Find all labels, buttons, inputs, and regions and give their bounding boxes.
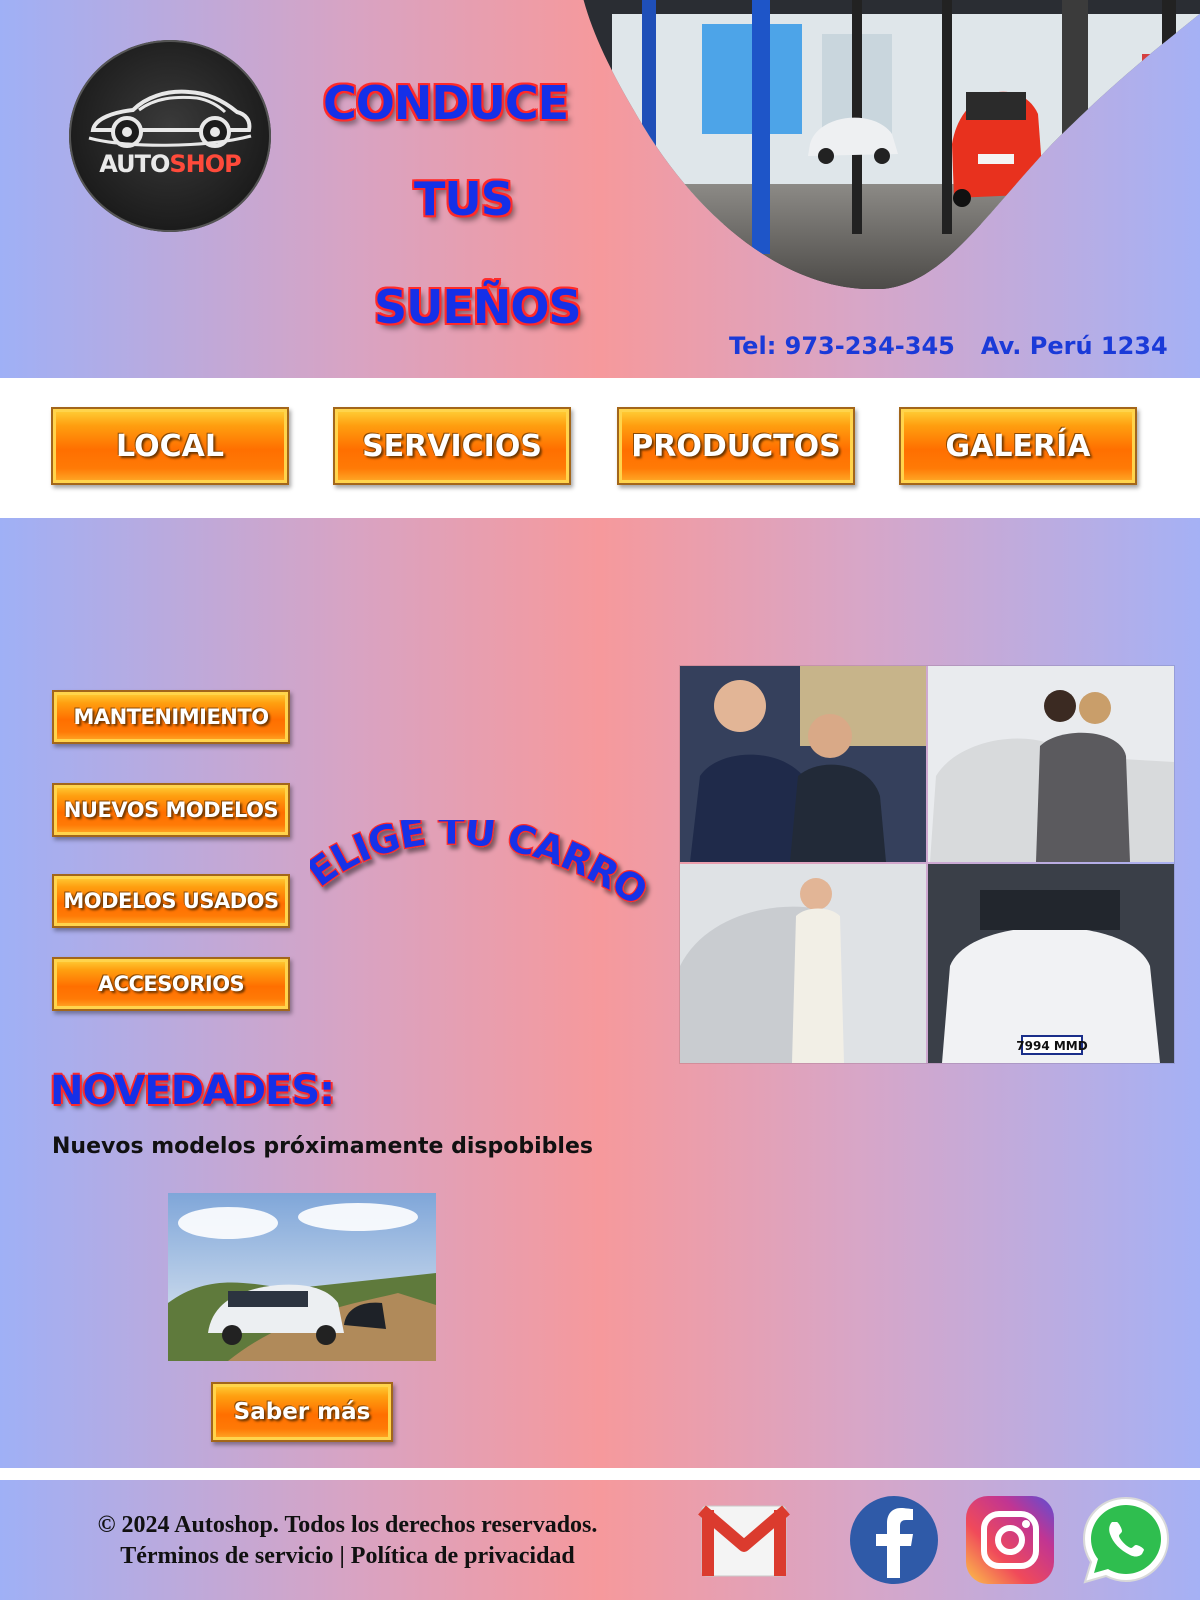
sidebar-item-accesorios[interactable]: ACCESORIOS — [52, 957, 290, 1011]
hero-line-3: SUEÑOS — [374, 280, 582, 334]
license-plate-text: 7994 MMD — [1016, 1039, 1087, 1053]
site-header: AUTOSHOP CONDUCE TUS SUEÑOS Tel: 973-234… — [0, 0, 1200, 378]
gmail-icon[interactable] — [698, 1494, 790, 1586]
facebook-icon[interactable] — [848, 1494, 940, 1586]
autoshop-logo[interactable]: AUTOSHOP — [69, 40, 271, 232]
site-footer: © 2024 Autoshop. Todos los derechos rese… — [0, 1480, 1200, 1600]
logo-word-shop: SHOP — [169, 150, 241, 178]
elige-tu-carro-text: ELIGE TU CARRO — [310, 820, 656, 915]
nav-item-galeria[interactable]: GALERÍA — [899, 407, 1137, 485]
svg-text:ELIGE TU CARRO: ELIGE TU CARRO — [310, 820, 654, 913]
nav-item-productos[interactable]: PRODUCTOS — [617, 407, 855, 485]
copyright-text: © 2024 Autoshop. Todos los derechos rese… — [97, 1512, 598, 1538]
whatsapp-icon[interactable] — [1080, 1494, 1172, 1586]
contact-info: Tel: 973-234-345 Av. Perú 1234 — [729, 332, 1194, 360]
new-model-suv-image — [168, 1193, 436, 1361]
nav-item-servicios[interactable]: SERVICIOS — [333, 407, 571, 485]
car-logo-icon — [88, 89, 252, 148]
instagram-icon[interactable] — [964, 1494, 1056, 1586]
elige-tu-carro-heading: ELIGE TU CARRO — [310, 820, 656, 915]
footer-divider — [0, 1468, 1200, 1480]
customers-collage-image: 7994 MMD — [680, 666, 1174, 1063]
legal-links[interactable]: Términos de servicio | Política de priva… — [0, 1543, 695, 1570]
hero-line-2: TUS — [414, 172, 514, 226]
main-navigation: LOCAL SERVICIOS PRODUCTOS GALERÍA — [0, 378, 1200, 518]
nav-item-local[interactable]: LOCAL — [51, 407, 289, 485]
phone-number[interactable]: Tel: 973-234-345 — [729, 332, 955, 360]
sidebar-item-modelos-usados[interactable]: MODELOS USADOS — [52, 874, 290, 928]
showroom-image — [582, 0, 1200, 289]
sidebar-item-nuevos-modelos[interactable]: NUEVOS MODELOS — [52, 783, 290, 837]
saber-mas-button[interactable]: Saber más — [211, 1382, 393, 1442]
sidebar-item-mantenimiento[interactable]: MANTENIMIENTO — [52, 690, 290, 744]
hero-line-1: CONDUCE — [323, 76, 569, 130]
novedades-text: Nuevos modelos próximamente dispobibles — [52, 1134, 593, 1159]
address-text: Av. Perú 1234 — [980, 332, 1168, 360]
novedades-heading: NOVEDADES: — [50, 1068, 335, 1114]
main-content: MANTENIMIENTO NUEVOS MODELOS MODELOS USA… — [0, 518, 1200, 1468]
logo-word-auto: AUTO — [99, 150, 170, 178]
logo-wordmark: AUTOSHOP — [69, 150, 271, 178]
